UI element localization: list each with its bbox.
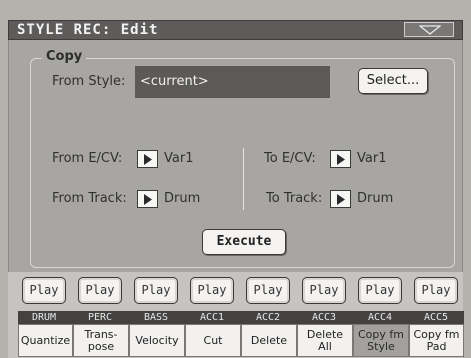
from-track-value[interactable]: Drum [164,191,200,207]
tab-label: Delete [250,333,288,347]
tab-delete[interactable]: Delete [241,324,297,357]
play-button-acc5[interactable]: Play [414,277,458,304]
tab-transpose[interactable]: Trans-pose [73,324,129,357]
track-name-drum: DRUM [31,312,57,323]
play-button-bass[interactable]: Play [134,277,178,304]
to-ecv-value[interactable]: Var1 [357,151,386,167]
tab-label: Quantize [20,333,71,347]
from-style-value: <current> [140,74,209,89]
tab-label-line1: Copy fm [413,327,460,341]
track-name-acc3: ACC3 [311,312,337,323]
page-menu-button[interactable] [404,22,454,37]
tab-label-line2: Pad [426,339,447,353]
from-ecv-label: From E/CV: [52,151,123,166]
from-track-popup[interactable] [137,190,158,208]
title-bar: STYLE REC: Edit [8,20,463,40]
to-track-value[interactable]: Drum [357,191,393,207]
popup-arrow-icon [337,194,345,205]
play-button-acc4[interactable]: Play [358,277,402,304]
to-track-label: To Track: [266,191,323,206]
play-button-acc3[interactable]: Play [302,277,346,304]
popup-arrow-icon [144,194,152,205]
select-button[interactable]: Select... [358,68,428,94]
tab-copy-from-pad[interactable]: Copy fm Pad [409,324,464,357]
to-ecv-label: To E/CV: [264,151,316,166]
track-name-acc4: ACC4 [367,312,393,323]
divider [243,148,244,210]
tab-label-line1: Copy fm [358,327,404,341]
play-button-perc[interactable]: Play [78,277,122,304]
play-button-acc2[interactable]: Play [246,277,290,304]
tab-cut[interactable]: Cut [185,324,241,357]
tab-label-line2: Style [367,339,395,353]
tab-copy-from-style[interactable]: Copy fm Style [353,324,409,357]
play-button-drum[interactable]: Play [22,277,66,304]
to-track-popup[interactable] [330,190,351,208]
track-name-acc1: ACC1 [199,312,225,323]
tab-label-line2: All [318,339,332,353]
tab-delete-all[interactable]: Delete All [297,324,353,357]
track-name-bass: BASS [143,312,169,323]
execute-button[interactable]: Execute [202,229,286,255]
from-ecv-value[interactable]: Var1 [164,151,193,167]
tab-label: Velocity [135,333,179,347]
menu-triangle-icon [419,25,441,35]
popup-arrow-icon [144,154,152,165]
play-button-acc1[interactable]: Play [190,277,234,304]
tab-label-line1: Delete [306,327,344,341]
popup-arrow-icon [337,154,345,165]
to-ecv-popup[interactable] [330,150,351,168]
track-name-acc2: ACC2 [255,312,281,323]
tab-quantize[interactable]: Quantize [18,324,73,357]
tab-label-line2: pose [87,339,115,353]
tab-label: Cut [203,333,223,347]
page-title: STYLE REC: Edit [17,22,159,38]
copy-group-title: Copy [42,49,87,65]
from-ecv-popup[interactable] [137,150,158,168]
from-style-field[interactable]: <current> [135,66,330,98]
from-style-label: From Style: [52,74,126,89]
screen: STYLE REC: Edit Copy From Style: <curren… [0,0,471,358]
tab-label-line1: Trans- [84,327,118,341]
from-track-label: From Track: [52,191,127,206]
tab-velocity[interactable]: Velocity [129,324,185,357]
track-name-acc5: ACC5 [423,312,449,323]
track-name-perc: PERC [87,312,113,323]
